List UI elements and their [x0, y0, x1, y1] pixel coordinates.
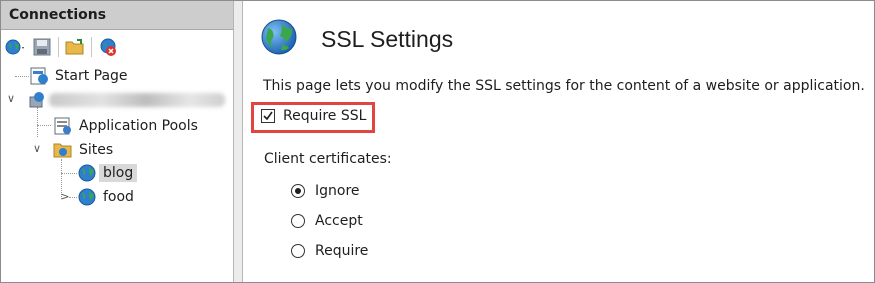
connections-header: Connections	[1, 1, 233, 30]
require-ssl-label: Require SSL	[283, 108, 367, 124]
radio-require[interactable]: Require	[291, 243, 368, 259]
require-ssl-checkbox[interactable]: Require SSL	[261, 108, 366, 124]
radio-label: Require	[315, 243, 369, 259]
radio-selected-dot	[295, 188, 301, 194]
pane-splitter[interactable]	[233, 1, 243, 282]
collapse-arrow-icon[interactable]: ∨	[5, 92, 17, 105]
page-header: SSL Settings	[259, 17, 453, 61]
radio-button[interactable]	[291, 184, 305, 198]
radio-ignore[interactable]: Ignore	[291, 183, 360, 199]
application-pools-icon	[53, 116, 73, 136]
open-folder-icon[interactable]	[63, 35, 87, 59]
checkbox[interactable]	[261, 109, 275, 123]
blurred-server-name	[49, 93, 225, 107]
radio-button[interactable]	[291, 214, 305, 228]
checkmark-icon	[263, 111, 273, 121]
toolbar-separator	[58, 36, 59, 57]
tree-item-label: Sites	[79, 142, 114, 158]
start-page-icon	[29, 66, 49, 86]
tree-item-blog[interactable]: blog	[77, 162, 138, 184]
connections-toolbar	[1, 30, 233, 63]
tree-line	[61, 173, 77, 174]
radio-button[interactable]	[291, 244, 305, 258]
tree-line	[15, 76, 29, 77]
globe-icon	[77, 187, 97, 207]
expand-arrow-icon[interactable]: >	[59, 190, 71, 203]
client-certificates-label: Client certificates:	[264, 151, 392, 167]
ssl-globe-icon	[259, 17, 299, 61]
tree-item-server[interactable]	[27, 89, 225, 111]
page-description: This page lets you modify the SSL settin…	[263, 78, 865, 94]
connections-pane: Connections Start Page ∨ Application Poo…	[1, 1, 233, 282]
radio-accept[interactable]: Accept	[291, 213, 363, 229]
tree-item-food[interactable]: food	[77, 186, 138, 208]
tree-item-label: blog	[99, 164, 138, 182]
tree-item-label: Application Pools	[79, 118, 198, 134]
save-icon[interactable]	[30, 35, 54, 59]
globe-icon	[77, 163, 97, 183]
sites-folder-icon	[53, 140, 73, 160]
radio-label: Accept	[315, 213, 363, 229]
tree-line	[37, 107, 38, 137]
radio-label: Ignore	[315, 183, 360, 199]
connections-tree: Start Page ∨ Application Pools ∨ Sites b…	[1, 65, 233, 275]
tree-item-label: Start Page	[55, 68, 128, 84]
tree-item-application-pools[interactable]: Application Pools	[53, 115, 202, 137]
tree-line	[37, 125, 51, 126]
toolbar-separator	[91, 36, 92, 57]
disconnect-icon[interactable]	[96, 35, 120, 59]
page-title: SSL Settings	[321, 25, 454, 52]
tree-item-label: food	[103, 189, 134, 205]
tree-item-sites[interactable]: Sites	[53, 139, 117, 161]
ssl-settings-panel: SSL Settings This page lets you modify t…	[243, 1, 874, 282]
collapse-arrow-icon[interactable]: ∨	[31, 142, 43, 155]
connect-globe-icon[interactable]	[4, 35, 28, 59]
tree-item-start-page[interactable]: Start Page	[29, 65, 132, 87]
server-icon	[27, 90, 47, 110]
